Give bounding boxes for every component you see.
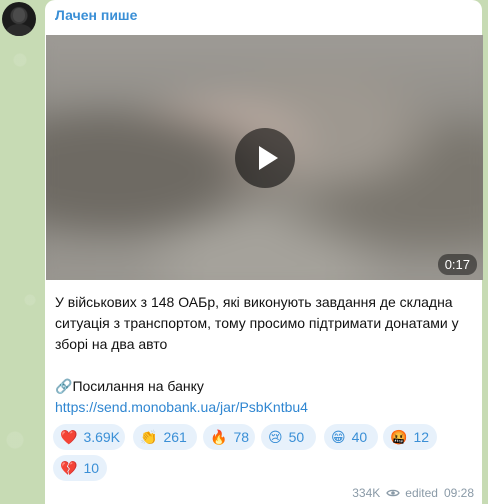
link-label: Посилання на банку [72, 378, 204, 394]
angry-icon: 🤬 [390, 429, 408, 445]
reaction-count: 40 [351, 429, 368, 445]
eye-icon [386, 489, 401, 497]
reaction-cry[interactable]: 😢 50 [261, 424, 316, 450]
message-text: У військових з 148 ОАБр, які виконують з… [55, 292, 473, 418]
author-name[interactable]: Лачен пише [55, 7, 137, 23]
reaction-broken-heart[interactable]: 💔 10 [53, 455, 107, 481]
clap-icon: 👏 [140, 429, 158, 445]
video-player[interactable]: 0:17 [46, 35, 483, 280]
reaction-fire[interactable]: 🔥 78 [203, 424, 255, 450]
link-caption: 🔗Посилання на банку [55, 376, 473, 397]
reaction-count: 10 [83, 460, 100, 476]
reaction-heart[interactable]: ❤️ 3.69K [53, 424, 125, 450]
fire-icon: 🔥 [210, 429, 228, 445]
cry-icon: 😢 [268, 429, 283, 445]
message-meta: 334K edited 09:28 [352, 486, 474, 500]
view-count: 334K [352, 486, 381, 500]
reaction-clap[interactable]: 👏 261 [133, 424, 197, 450]
heart-icon: ❤️ [60, 429, 78, 445]
message-bubble: Лачен пише 0:17 У військових з 148 ОАБр,… [45, 0, 483, 504]
reaction-count: 50 [288, 429, 305, 445]
reaction-count: 261 [163, 429, 187, 445]
reaction-count: 3.69K [83, 429, 121, 445]
channel-avatar[interactable] [2, 2, 36, 36]
reaction-angry[interactable]: 🤬 12 [383, 424, 437, 450]
avatar-shoulders [6, 24, 32, 36]
message-time: 09:28 [443, 486, 474, 500]
broken-heart-icon: 💔 [60, 460, 78, 476]
reaction-count: 12 [413, 429, 430, 445]
grin-icon: 😁 [331, 429, 346, 445]
donation-link[interactable]: https://send.monobank.ua/jar/PsbKntbu4 [55, 397, 473, 418]
link-icon: 🔗 [55, 378, 73, 394]
reaction-grin[interactable]: 😁 40 [324, 424, 378, 450]
edited-label: edited [405, 486, 438, 500]
reaction-count: 78 [233, 429, 250, 445]
message-body: У військових з 148 ОАБр, які виконують з… [55, 294, 459, 352]
video-duration: 0:17 [437, 254, 477, 275]
play-button[interactable] [235, 128, 295, 188]
avatar-head [13, 8, 25, 22]
play-icon [259, 146, 278, 170]
